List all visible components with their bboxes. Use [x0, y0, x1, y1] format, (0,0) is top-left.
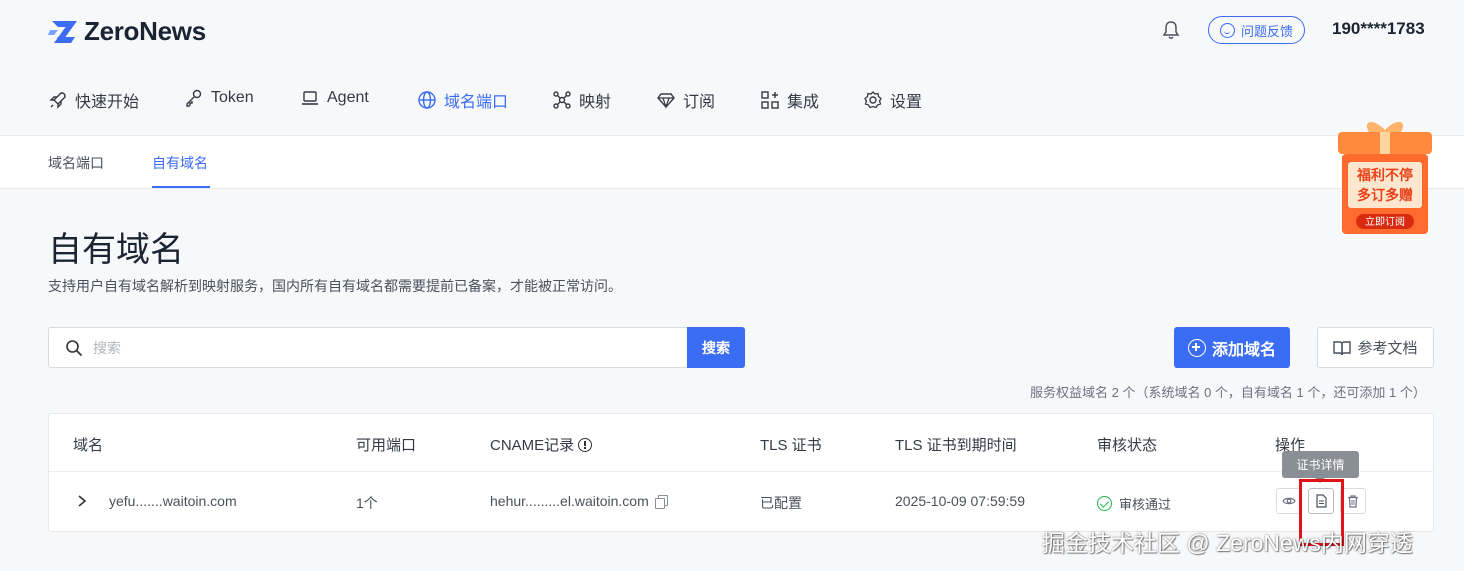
- certificate-details-tooltip: 证书详情: [1282, 451, 1359, 483]
- laptop-icon: [302, 91, 318, 105]
- chevron-right-icon[interactable]: [77, 494, 87, 508]
- promo-line2: 多订多赠: [1357, 187, 1413, 204]
- brand-name: ZeroNews: [84, 16, 206, 46]
- trash-icon: [1348, 495, 1358, 508]
- eye-icon: [1282, 497, 1296, 505]
- row-tls: 已配置: [760, 495, 802, 511]
- promo-line1: 福利不停: [1356, 167, 1413, 184]
- column-header-domain: 域名: [73, 437, 104, 454]
- nav-label: 集成: [787, 94, 820, 111]
- search-button[interactable]: 搜索: [687, 327, 745, 368]
- column-header-tls: TLS 证书: [760, 437, 822, 454]
- nav-label: 订阅: [683, 94, 716, 111]
- column-header-status: 审核状态: [1097, 437, 1158, 454]
- nav-label: 设置: [890, 94, 923, 111]
- watermark: 掘金技术社区 @ ZeroNews内网穿透: [1042, 530, 1413, 556]
- check-circle-icon: [1097, 496, 1112, 511]
- nav-label: Token: [211, 89, 254, 106]
- nav-item-mapping[interactable]: 映射: [552, 88, 611, 112]
- add-domain-button[interactable]: 添加域名: [1174, 327, 1290, 368]
- nav-label: 域名端口: [444, 94, 509, 111]
- reference-docs-button[interactable]: 参考文档: [1317, 327, 1434, 368]
- logo[interactable]: ZeroNews: [48, 16, 206, 47]
- search-bar: 搜索: [48, 327, 745, 368]
- nav-label: Agent: [327, 89, 369, 106]
- smile-icon: [1219, 22, 1235, 38]
- sub-nav: 域名端口 自有域名: [0, 135, 1464, 189]
- feedback-button[interactable]: 问题反馈: [1208, 16, 1305, 44]
- row-status: 审核通过: [1097, 494, 1171, 513]
- promo-gift-banner[interactable]: 福利不停 多订多赠 立即订阅: [1334, 118, 1436, 238]
- page-title: 自有域名: [48, 231, 184, 269]
- nav-label: 快速开始: [75, 94, 140, 111]
- diamond-icon: [657, 93, 675, 109]
- search-input[interactable]: [93, 336, 683, 360]
- add-domain-label: 添加域名: [1211, 341, 1276, 359]
- cname-header-label: CNAME记录: [490, 437, 575, 454]
- info-icon[interactable]: [578, 438, 593, 452]
- row-ports: 1个: [356, 495, 378, 511]
- column-header-cname: CNAME记录: [490, 434, 593, 455]
- quota-info: 服务权益域名 2 个（系统域名 0 个，自有域名 1 个，还可添加 1 个）: [1030, 385, 1426, 400]
- cname-value: hehur.........el.waitoin.com: [490, 493, 649, 509]
- bell-icon[interactable]: [1162, 20, 1180, 40]
- nav-item-subscribe[interactable]: 订阅: [656, 88, 715, 112]
- nav-item-domain-port[interactable]: 域名端口: [417, 88, 508, 112]
- nav-item-integration[interactable]: 集成: [760, 88, 819, 112]
- domains-table: 域名 可用端口 CNAME记录 TLS 证书 TLS 证书到期时间 审核状态 操…: [48, 413, 1434, 532]
- book-icon: [1333, 340, 1352, 355]
- nav-item-settings[interactable]: 设置: [863, 88, 922, 112]
- column-header-tls-expiry: TLS 证书到期时间: [895, 437, 1017, 454]
- nav-item-token[interactable]: Token: [184, 88, 254, 108]
- row-cname: hehur.........el.waitoin.com: [490, 493, 668, 509]
- top-bar: ZeroNews 问题反馈 190****1783 快速开始 Token Age…: [0, 0, 1464, 135]
- nav-item-quick-start[interactable]: 快速开始: [48, 88, 139, 112]
- zeronews-logo-icon: [48, 20, 77, 43]
- tab-domain-port[interactable]: 域名端口: [48, 153, 104, 173]
- status-label: 审核通过: [1119, 497, 1172, 512]
- header-divider: [49, 471, 1433, 472]
- copy-icon[interactable]: [654, 495, 668, 509]
- globe-icon: [418, 91, 436, 109]
- plus-circle-icon: [1187, 338, 1206, 357]
- column-header-ports: 可用端口: [356, 437, 417, 454]
- nav-item-agent[interactable]: Agent: [300, 88, 369, 108]
- row-tls-expiry: 2025-10-09 07:59:59: [895, 493, 1025, 509]
- search-icon: [66, 340, 82, 356]
- rocket-icon: [49, 92, 66, 109]
- nodes-icon: [553, 91, 571, 109]
- feedback-label: 问题反馈: [1240, 23, 1293, 39]
- nav-label: 映射: [579, 94, 612, 111]
- page-description: 支持用户自有域名解析到映射服务，国内所有自有域名都需要提前已备案，才能被正常访问…: [48, 278, 622, 294]
- user-account[interactable]: 190****1783: [1332, 19, 1425, 39]
- tab-own-domain[interactable]: 自有域名: [152, 153, 208, 173]
- active-tab-indicator: [152, 186, 210, 188]
- reference-docs-label: 参考文档: [1357, 340, 1418, 357]
- row-domain: yefu.......waitoin.com: [109, 493, 237, 509]
- key-icon: [186, 89, 202, 107]
- gear-icon: [864, 91, 882, 109]
- apps-icon: [761, 91, 779, 109]
- promo-subscribe-button: 立即订阅: [1365, 215, 1405, 228]
